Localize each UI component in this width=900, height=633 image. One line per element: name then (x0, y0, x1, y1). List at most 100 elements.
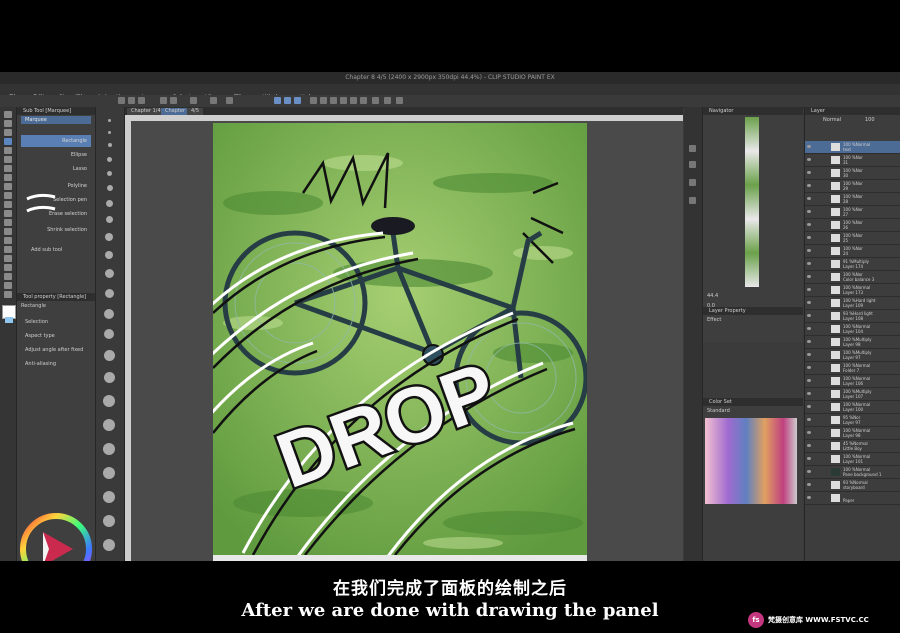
layer-row[interactable]: 95 %Nor Layer 97 (805, 414, 900, 427)
layer-row[interactable]: 93 %Normal storyboard (805, 479, 900, 492)
balloon-tool-icon[interactable] (4, 282, 12, 289)
eye-icon[interactable] (807, 470, 811, 473)
layer-row[interactable]: 100 %Multiply Layer 98 (805, 336, 900, 349)
layer-row[interactable]: 100 %Normal Layer 173 (805, 284, 900, 297)
layer-row[interactable]: 100 %Nor 24 (805, 245, 900, 258)
rotate-left-icon[interactable] (340, 97, 347, 104)
eye-icon[interactable] (807, 171, 811, 174)
save-icon[interactable] (138, 97, 145, 104)
layer-row[interactable]: 93 %Hard light Layer 108 (805, 310, 900, 323)
eye-icon[interactable] (807, 496, 811, 499)
layer-row[interactable]: 100 %Nor 27 (805, 206, 900, 219)
zoom-out-icon[interactable] (320, 97, 327, 104)
size-dot[interactable] (103, 395, 115, 407)
blend-mode-select[interactable]: Normal (823, 117, 841, 123)
eye-icon[interactable] (807, 223, 811, 226)
navigator-zoom-value[interactable]: 44.4 (707, 293, 718, 299)
layer-row[interactable]: 100 %Nor 31 (805, 154, 900, 167)
selection-icon[interactable] (384, 97, 391, 104)
layer-row[interactable]: 100 %Normal Layer 101 (805, 453, 900, 466)
eye-icon[interactable] (807, 184, 811, 187)
anti-aliasing-label[interactable]: Anti-aliasing (17, 361, 95, 367)
size-dot[interactable] (103, 467, 115, 479)
sub-tool-tab[interactable]: Marquee (21, 116, 91, 124)
eye-icon[interactable] (807, 366, 811, 369)
size-dot[interactable] (103, 419, 115, 431)
subtool-rectangle[interactable]: Rectangle (21, 135, 91, 147)
pencil-tool-icon[interactable] (4, 174, 12, 181)
eye-icon[interactable] (807, 340, 811, 343)
eye-icon[interactable] (807, 405, 811, 408)
color-wheel[interactable] (19, 512, 93, 561)
settings-icon[interactable] (396, 97, 403, 104)
correct-line-tool-icon[interactable] (4, 291, 12, 298)
size-dot[interactable] (104, 350, 115, 361)
color-swatch-grid[interactable] (705, 418, 797, 504)
undo-icon[interactable] (160, 97, 167, 104)
eye-icon[interactable] (807, 275, 811, 278)
size-dot[interactable] (107, 185, 113, 191)
brush-tool-icon[interactable] (4, 183, 12, 190)
size-dot[interactable] (103, 539, 115, 551)
size-dot[interactable] (103, 443, 115, 455)
size-dot[interactable] (105, 289, 114, 298)
layer-row[interactable]: 100 %Multiply Layer 107 (805, 388, 900, 401)
adjust-angle-checkbox[interactable]: Adjust angle after fixed (17, 347, 95, 353)
auto-select-tool-icon[interactable] (4, 147, 12, 154)
pen-tool-icon[interactable] (4, 165, 12, 172)
blend-tool-icon[interactable] (4, 219, 12, 226)
operation-tool-icon[interactable] (4, 129, 12, 136)
snap-ruler-icon[interactable] (274, 97, 281, 104)
panel-toggle-icon[interactable] (689, 145, 696, 152)
frame-tool-icon[interactable] (4, 255, 12, 262)
eraser-tool-icon[interactable] (4, 210, 12, 217)
layer-row[interactable]: 100 %Nor 28 (805, 193, 900, 206)
fill-tool-icon[interactable] (4, 228, 12, 235)
ruler-tool-icon[interactable] (4, 264, 12, 271)
size-dot[interactable] (107, 157, 112, 162)
text-tool-icon[interactable] (4, 273, 12, 280)
eye-icon[interactable] (807, 236, 811, 239)
eye-icon[interactable] (807, 483, 811, 486)
eye-icon[interactable] (807, 392, 811, 395)
size-dot[interactable] (104, 372, 115, 383)
size-dot[interactable] (105, 269, 114, 278)
layer-row[interactable]: 45 %Normal Little Boy (805, 440, 900, 453)
layer-row[interactable]: 100 %Nor 26 (805, 219, 900, 232)
layer-row[interactable]: Paper (805, 492, 900, 505)
size-dot[interactable] (106, 216, 113, 223)
eye-icon[interactable] (807, 457, 811, 460)
layer-row[interactable]: 100 %Normal Pane background 1 (805, 466, 900, 479)
size-dot[interactable] (107, 171, 112, 176)
size-dot[interactable] (104, 329, 114, 339)
opacity-value[interactable]: 100 (865, 117, 875, 123)
eye-icon[interactable] (807, 145, 811, 148)
add-sub-tool-button[interactable]: Add sub tool (31, 247, 62, 253)
eye-icon[interactable] (807, 249, 811, 252)
sub-color-swatch[interactable] (5, 317, 13, 323)
layer-row[interactable]: 100 %Nor 29 (805, 180, 900, 193)
eye-icon[interactable] (807, 353, 811, 356)
canvas-tab-1[interactable]: Chapter 1/4 (127, 108, 165, 115)
eye-icon[interactable] (807, 418, 811, 421)
layer-row[interactable]: 100 %Nor 30 (805, 167, 900, 180)
size-dot[interactable] (103, 515, 115, 527)
layer-row[interactable]: 100 %Normal Folder 7 (805, 362, 900, 375)
zoom-in-icon[interactable] (310, 97, 317, 104)
clear-icon[interactable] (190, 97, 197, 104)
size-dot[interactable] (105, 233, 113, 241)
eye-icon[interactable] (807, 262, 811, 265)
gradient-tool-icon[interactable] (4, 237, 12, 244)
subtool-ellipse[interactable]: Ellipse (21, 149, 91, 161)
marquee-tool-icon[interactable] (4, 138, 12, 145)
layer-row[interactable]: 91 %Multiply Layer 174 (805, 258, 900, 271)
size-dot[interactable] (104, 309, 114, 319)
panel-toggle-icon[interactable] (689, 161, 696, 168)
comic-panel-artwork[interactable]: DROP (213, 123, 587, 555)
move-tool-icon[interactable] (4, 120, 12, 127)
layer-row[interactable]: 100 %Nor 25 (805, 232, 900, 245)
zoom-tool-icon[interactable] (4, 111, 12, 118)
layer-row[interactable]: 100 %Nor Color balance 3 (805, 271, 900, 284)
size-dot[interactable] (108, 131, 111, 134)
redo-icon[interactable] (170, 97, 177, 104)
